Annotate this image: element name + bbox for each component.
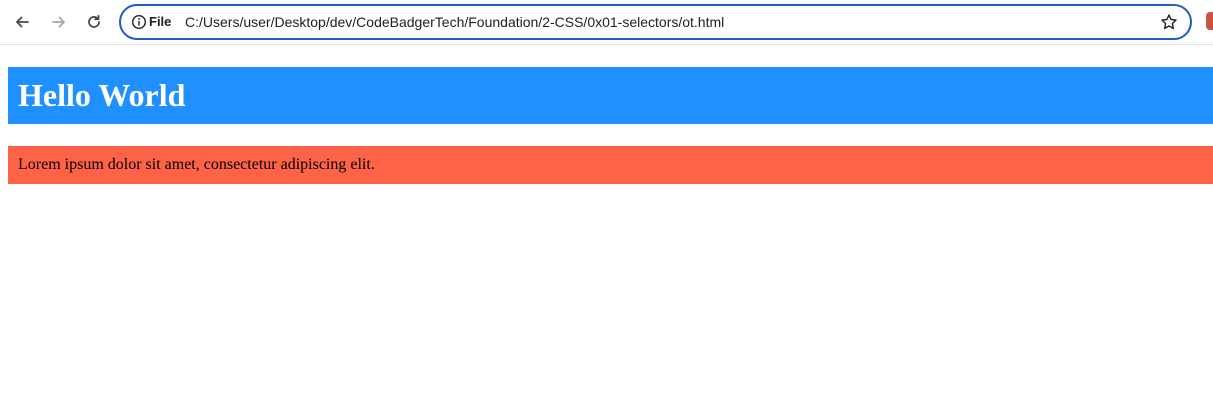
back-button[interactable]	[8, 8, 36, 36]
page-viewport: Hello World Lorem ipsum dolor sit amet, …	[0, 45, 1213, 404]
back-arrow-icon	[16, 16, 29, 28]
browser-toolbar: File C:/Users/user/Desktop/dev/CodeBadge…	[0, 0, 1213, 45]
paragraph-banner: Lorem ipsum dolor sit amet, consectetur …	[8, 146, 1213, 184]
info-icon[interactable]	[131, 14, 147, 30]
reload-icon	[88, 14, 100, 28]
page-heading: Hello World	[18, 77, 186, 113]
heading-banner: Hello World	[8, 67, 1213, 124]
page-paragraph: Lorem ipsum dolor sit amet, consectetur …	[18, 156, 375, 173]
forward-arrow-icon	[52, 16, 65, 28]
url-text[interactable]: C:/Users/user/Desktop/dev/CodeBadgerTech…	[185, 14, 724, 30]
reload-button[interactable]	[80, 8, 108, 36]
star-icon[interactable]	[1160, 13, 1178, 31]
forward-button[interactable]	[45, 8, 73, 36]
scheme-label[interactable]: File	[149, 14, 171, 30]
address-bar[interactable]: File C:/Users/user/Desktop/dev/CodeBadge…	[119, 4, 1192, 40]
profile-avatar[interactable]	[1206, 12, 1213, 30]
